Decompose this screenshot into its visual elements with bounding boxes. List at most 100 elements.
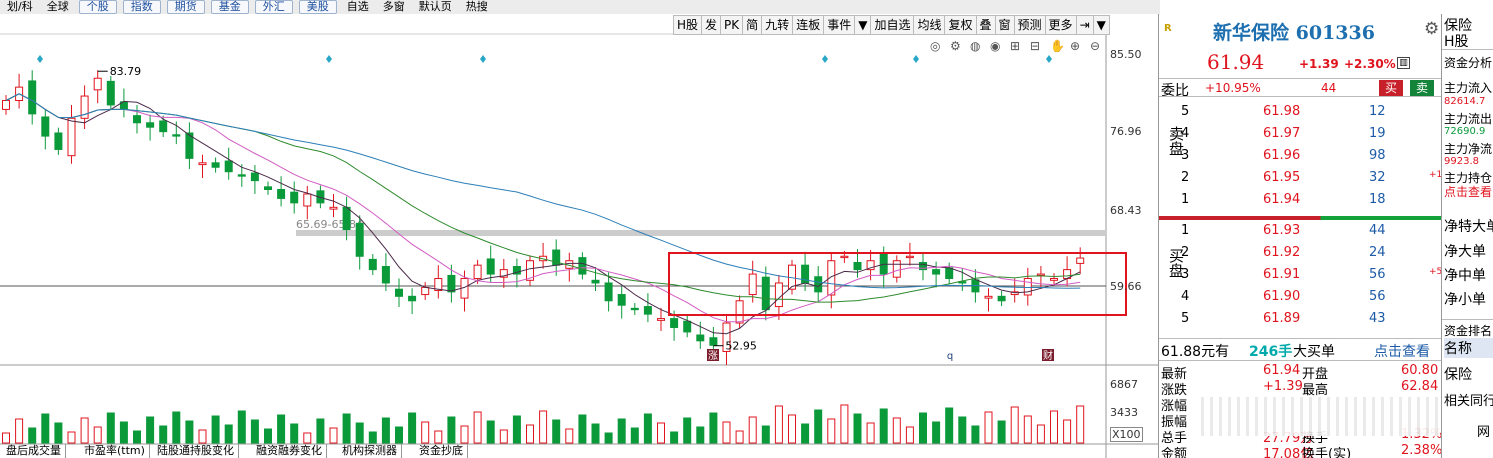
- nav-item-1[interactable]: 全球: [40, 1, 76, 13]
- volume-bar: [526, 424, 534, 444]
- toolbar-item-1[interactable]: 发: [702, 16, 722, 34]
- toolbar-item-15[interactable]: ⇥: [1077, 16, 1094, 34]
- buy-button[interactable]: 买: [1379, 80, 1403, 96]
- rp-list-item-1[interactable]: 相关同行: [1444, 390, 1493, 409]
- volume-bar: [1076, 405, 1085, 444]
- volume-bar: [54, 422, 63, 444]
- ask-vol: 12: [1369, 104, 1386, 119]
- bottom-tab-4[interactable]: 机构探测器: [338, 444, 402, 458]
- toolbar-item-12[interactable]: 窗: [996, 16, 1015, 34]
- chart-tool-icon[interactable]: ◉: [990, 39, 1000, 53]
- chart-tool-icon[interactable]: ◎: [930, 39, 940, 53]
- ask-row[interactable]: 5 61.98 12: [1159, 102, 1442, 122]
- chart-tool-icon[interactable]: ⚙: [950, 39, 961, 53]
- chart-area[interactable]: 65.69-65.84 83.79 52.95 涨 q 财 ◎ ⚙ ◍ ◉ ⊞ ⊟ ✋ ⊕ ⊖ H股发 PK 简…: [0, 14, 1158, 458]
- price-tick-85: 85.50: [1110, 48, 1142, 61]
- toolbar-item-8[interactable]: 加自选: [871, 16, 915, 34]
- event-diamond-icon[interactable]: [37, 55, 43, 63]
- nav-item-10[interactable]: 默认页: [412, 1, 459, 13]
- rp-hshare[interactable]: H股: [1444, 31, 1469, 51]
- settings-gear-icon[interactable]: ⚙: [1424, 19, 1439, 39]
- kline-chart[interactable]: 65.69-65.84 83.79 52.95 涨 q 财 ◎ ⚙ ◍ ◉ ⊞ ⊟ ✋ ⊕ ⊖: [0, 14, 1158, 458]
- toolbar-item-5[interactable]: 连板: [793, 16, 825, 34]
- top-nav: 划/科 全球 个股 指数 期货 基金 外汇 美股 自选 多窗 默认页 热搜: [0, 0, 1160, 14]
- candle-body: [932, 269, 941, 275]
- candle-body: [696, 334, 705, 342]
- event-diamond-icon[interactable]: [326, 55, 332, 63]
- toolbar-item-14[interactable]: 更多: [1046, 16, 1077, 34]
- toolbar-item-4[interactable]: 九转: [762, 16, 794, 34]
- nav-item-3[interactable]: 指数: [122, 0, 161, 14]
- nav-item-7[interactable]: 美股: [298, 0, 337, 14]
- bottom-tabs: 盘后成交量 市盈率(ttm) 陆股通持股变化 融资融券变化 机构探测器 资金抄底: [0, 444, 1158, 458]
- chart-mini-icon[interactable]: ▥: [1397, 57, 1410, 69]
- toolbar-item-13[interactable]: 预测: [1015, 16, 1046, 34]
- bottom-tab-1[interactable]: 市盈率(ttm): [80, 444, 150, 458]
- chart-tool-icon[interactable]: ⊕: [1070, 39, 1080, 53]
- bid-row[interactable]: 5 61.89 43: [1159, 309, 1442, 329]
- nav-item-8[interactable]: 自选: [340, 1, 376, 13]
- chart-tool-icon[interactable]: ◍: [970, 39, 981, 53]
- bid-row[interactable]: 4 61.90 56: [1159, 287, 1442, 307]
- nav-item-4[interactable]: 期货: [166, 0, 205, 14]
- ask-price: 61.97: [1263, 126, 1301, 141]
- chart-tool-icon[interactable]: ⊞: [1010, 39, 1020, 53]
- ask-row[interactable]: 3 61.96 98: [1159, 146, 1442, 166]
- bid-vol: 43: [1369, 311, 1386, 326]
- volume-tick-mid: 3433: [1110, 406, 1138, 419]
- volume-bar: [381, 417, 390, 444]
- event-diamond-icon[interactable]: [822, 55, 828, 63]
- event-diamond-icon[interactable]: [1046, 55, 1052, 63]
- toolbar-item-16[interactable]: ▼: [1094, 16, 1109, 34]
- bid-level: 2: [1181, 245, 1190, 260]
- sell-button[interactable]: 卖: [1410, 80, 1434, 96]
- toolbar-item-10[interactable]: 复权: [945, 16, 977, 34]
- nav-item-9[interactable]: 多窗: [376, 1, 412, 13]
- bottom-tab-5[interactable]: 资金抄底: [415, 444, 468, 458]
- nav-item-11[interactable]: 热搜: [459, 1, 495, 13]
- chart-tool-icon[interactable]: ⊖: [1090, 39, 1100, 53]
- nav-item-6[interactable]: 外汇: [254, 0, 293, 14]
- bid-row[interactable]: 3 61.91 56 +5: [1159, 265, 1442, 285]
- toolbar-item-6[interactable]: 事件: [824, 16, 856, 34]
- toolbar-item-7[interactable]: ▼: [855, 16, 872, 34]
- ask-row[interactable]: 2 61.95 32 +1: [1159, 168, 1442, 188]
- bid-row[interactable]: 1 61.93 44: [1159, 221, 1442, 241]
- volume-bar: [329, 427, 338, 444]
- bid-row[interactable]: 2 61.92 24: [1159, 243, 1442, 263]
- chart-toolbar: H股发 PK 简九转 连板 事件 ▼ 加自选 均线 复权叠窗预测 更多 ⇥ ▼: [673, 15, 1110, 35]
- event-diamond-icon[interactable]: [480, 55, 486, 63]
- event-badge-label: 涨: [708, 350, 718, 362]
- rp-list-item-0[interactable]: 保险: [1444, 364, 1472, 384]
- rp-holding-link[interactable]: 点击查看: [1444, 183, 1492, 200]
- candle-body: [604, 282, 613, 302]
- nav-item-5[interactable]: 基金: [210, 0, 249, 14]
- volume-bar: [932, 421, 941, 444]
- volume-bar: [146, 416, 155, 444]
- volume-bar: [971, 425, 980, 444]
- stat-l2: 换手(实): [1302, 447, 1352, 458]
- rp-list-item-2[interactable]: 网: [1477, 421, 1490, 440]
- toolbar-item-11[interactable]: 叠: [977, 16, 996, 34]
- toolbar-item-9[interactable]: 均线: [914, 16, 946, 34]
- bid-price: 61.90: [1263, 289, 1301, 304]
- bottom-tab-2[interactable]: 陆股通持股变化: [153, 444, 239, 458]
- toolbar-item-2[interactable]: PK: [721, 16, 744, 34]
- chart-tool-icon[interactable]: ⊟: [1030, 39, 1040, 53]
- ask-row[interactable]: 4 61.97 19: [1159, 124, 1442, 144]
- nav-item-2[interactable]: 个股: [78, 0, 117, 14]
- volume-bar: [604, 432, 613, 444]
- event-diamond-icon[interactable]: [913, 55, 919, 63]
- candle-body: [447, 274, 456, 293]
- toolbar-item-0[interactable]: H股: [674, 16, 703, 34]
- toolbar-item-3[interactable]: 简: [743, 16, 763, 34]
- candle-body: [421, 286, 430, 296]
- chart-tool-icon[interactable]: ✋: [1050, 39, 1065, 53]
- candle-body: [2, 100, 10, 110]
- big-order-link[interactable]: 点击查看: [1374, 341, 1430, 361]
- bottom-tab-3[interactable]: 融资融券变化: [252, 444, 327, 458]
- volume-bar: [224, 424, 233, 444]
- bottom-tab-0[interactable]: 盘后成交量: [2, 444, 66, 458]
- ask-row[interactable]: 1 61.94 18: [1159, 190, 1442, 210]
- nav-item-0[interactable]: 划/科: [0, 1, 40, 13]
